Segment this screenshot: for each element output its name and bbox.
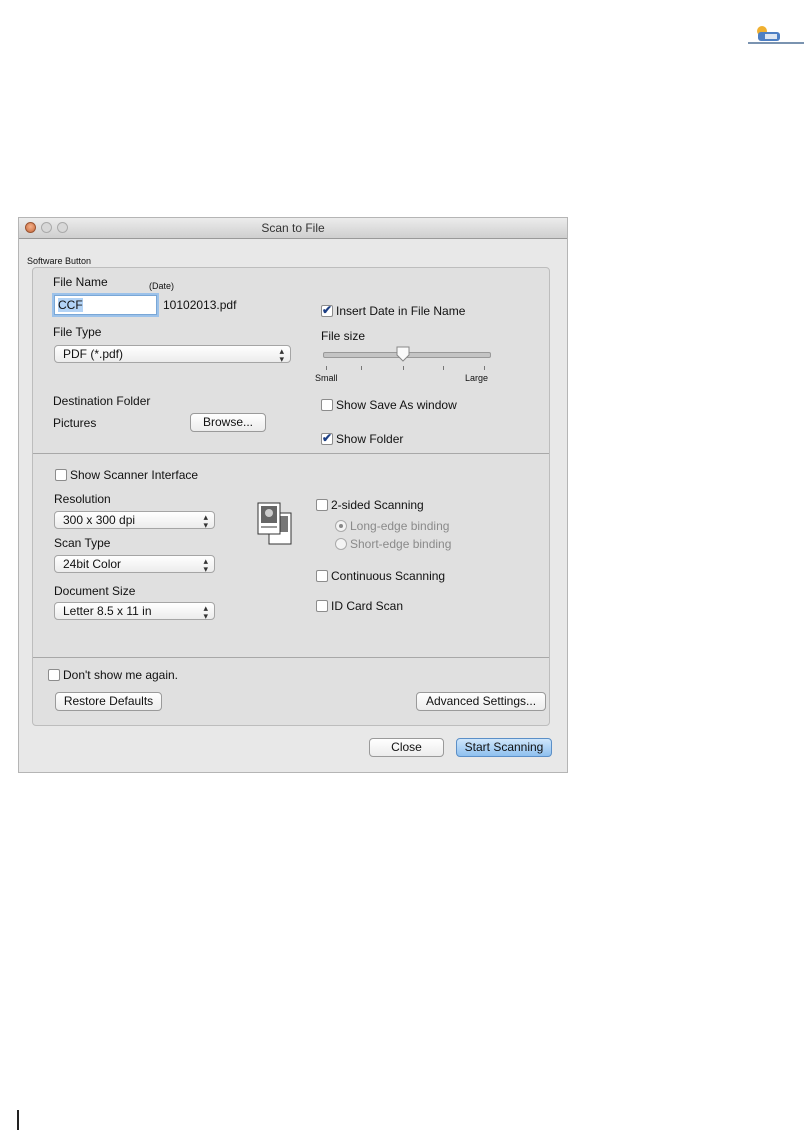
destination-folder-label: Destination Folder	[53, 394, 151, 408]
date-label: (Date)	[149, 281, 175, 291]
show-scanner-interface-checkbox[interactable]	[55, 469, 67, 481]
file-type-value: PDF (*.pdf)	[63, 347, 124, 361]
scan-type-value: 24bit Color	[63, 557, 122, 571]
two-sided-pages-icon	[256, 501, 294, 547]
start-scanning-button[interactable]: Start Scanning	[456, 738, 552, 757]
show-folder-checkbox[interactable]: ✔	[321, 432, 333, 445]
id-card-scan-checkbox[interactable]	[316, 600, 328, 612]
advanced-settings-button[interactable]: Advanced Settings...	[416, 692, 546, 711]
scan-type-select[interactable]: 24bit Color ▴ ▾	[54, 555, 215, 574]
divider	[33, 453, 549, 454]
slider-tick	[326, 366, 327, 370]
minimize-window-button[interactable]	[41, 222, 52, 233]
insert-date-checkbox[interactable]: ✔	[321, 304, 333, 317]
file-name-value: CCF	[58, 298, 83, 312]
updown-arrows-icon: ▴ ▾	[203, 512, 208, 530]
updown-arrows-icon: ▴ ▾	[203, 556, 208, 574]
slider-tick	[361, 366, 362, 370]
app-icon[interactable]	[752, 26, 788, 42]
close-window-button[interactable]	[25, 222, 36, 233]
slider-tick	[403, 366, 404, 370]
slider-tick	[484, 366, 485, 370]
close-button[interactable]: Close	[369, 738, 444, 757]
scan-type-label: Scan Type	[54, 536, 111, 550]
title-bar: Scan to File	[19, 218, 567, 239]
short-edge-radio[interactable]	[335, 538, 347, 550]
updown-arrows-icon: ▴ ▾	[203, 603, 208, 621]
dont-show-label: Don't show me again.	[63, 668, 179, 682]
show-folder-label: Show Folder	[336, 432, 404, 446]
zoom-window-button[interactable]	[57, 222, 68, 233]
resolution-value: 300 x 300 dpi	[63, 513, 136, 527]
resolution-label: Resolution	[54, 492, 111, 506]
resolution-select[interactable]: 300 x 300 dpi ▴ ▾	[54, 511, 215, 530]
settings-group: File Name (Date) CCF 10102013.pdf ✔ Inse…	[32, 267, 550, 726]
long-edge-label: Long-edge binding	[350, 519, 450, 533]
document-size-label: Document Size	[54, 584, 136, 598]
file-name-label: File Name	[53, 275, 108, 289]
restore-defaults-button[interactable]: Restore Defaults	[55, 692, 162, 711]
slider-min-label: Small	[315, 373, 338, 383]
document-size-select[interactable]: Letter 8.5 x 11 in ▴ ▾	[54, 602, 215, 621]
toolbar-divider	[748, 42, 804, 44]
group-label: Software Button	[27, 256, 92, 266]
short-edge-label: Short-edge binding	[350, 537, 452, 551]
dont-show-checkbox[interactable]	[48, 669, 60, 681]
continuous-scanning-label: Continuous Scanning	[331, 569, 446, 583]
page-margin-bar	[17, 1110, 19, 1130]
document-size-value: Letter 8.5 x 11 in	[63, 604, 152, 618]
slider-thumb[interactable]	[396, 346, 410, 362]
show-save-as-checkbox[interactable]	[321, 399, 333, 411]
browse-button[interactable]: Browse...	[190, 413, 266, 432]
two-sided-checkbox[interactable]	[316, 499, 328, 511]
slider-max-label: Large	[465, 373, 489, 383]
file-type-label: File Type	[53, 325, 102, 339]
two-sided-label: 2-sided Scanning	[331, 498, 424, 512]
file-name-input[interactable]: CCF	[54, 295, 157, 315]
long-edge-radio[interactable]	[335, 520, 347, 532]
date-suffix: 10102013.pdf	[163, 298, 237, 312]
show-save-as-label: Show Save As window	[336, 398, 457, 412]
show-scanner-interface-label: Show Scanner Interface	[70, 468, 199, 482]
id-card-scan-label: ID Card Scan	[331, 599, 404, 613]
continuous-scanning-checkbox[interactable]	[316, 570, 328, 582]
updown-arrows-icon: ▴ ▾	[279, 346, 284, 364]
destination-folder-value: Pictures	[53, 416, 97, 430]
scan-to-file-window: Scan to File Software Button File Name (…	[18, 217, 568, 773]
slider-tick	[443, 366, 444, 370]
file-type-select[interactable]: PDF (*.pdf) ▴ ▾	[54, 345, 291, 364]
divider	[33, 657, 549, 658]
file-size-label: File size	[321, 329, 366, 343]
window-title: Scan to File	[261, 221, 325, 235]
insert-date-label: Insert Date in File Name	[336, 304, 466, 318]
